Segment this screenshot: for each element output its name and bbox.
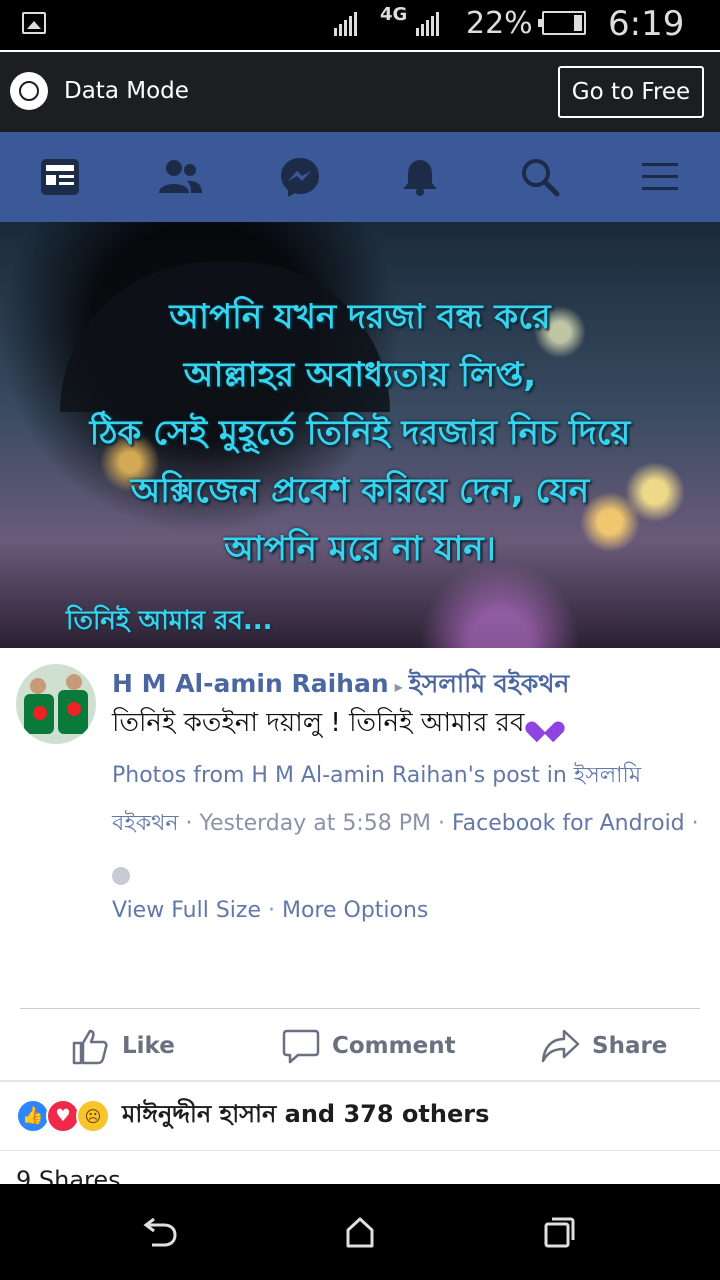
go-to-free-button[interactable]: Go to Free	[558, 66, 704, 118]
shares-divider	[0, 1150, 720, 1151]
meta-separator: ·	[178, 811, 200, 836]
post-actions: Like Comment Share	[0, 1010, 720, 1080]
actions-divider	[20, 1008, 700, 1009]
quote-line: আল্লাহর অবাধ্যতায় লিপ্ত,	[183, 355, 537, 395]
group-name[interactable]: ইসলামি বইকথন	[409, 669, 570, 698]
reaction-divider	[0, 1080, 720, 1082]
messenger-icon	[281, 158, 319, 197]
post-caption: তিনিই কতইনা দয়ালু ! তিনিই আমার রব	[112, 702, 557, 746]
photo-options: View Full Size · More Options	[112, 898, 428, 923]
friends-tab[interactable]	[156, 154, 204, 200]
caption-text: তিনিই কতইনা দয়ালু ! তিনিই আমার রব	[112, 708, 525, 738]
quote-line: ঠিক সেই মুহূর্তে তিনিই দরজার নিচ দিয়ে	[89, 413, 631, 453]
data-mode-bar: Data Mode Go to Free	[0, 52, 720, 132]
menu-icon	[642, 163, 678, 190]
post-photo[interactable]: আপনি যখন দরজা বন্ধ করে আল্লাহর অবাধ্যতায…	[0, 222, 720, 648]
facebook-nav-bar	[0, 132, 720, 222]
recent-apps-icon	[544, 1217, 575, 1248]
meta-source-prefix[interactable]: Photos from	[112, 763, 251, 788]
news-feed-tab[interactable]	[36, 154, 84, 200]
photo-signature: তিনিই আমার রব...	[66, 606, 273, 636]
back-button[interactable]	[142, 1214, 178, 1250]
notifications-tab[interactable]	[396, 154, 444, 200]
thumbs-up-icon	[72, 1029, 108, 1065]
clock-time: 6:19	[608, 4, 685, 44]
post-details: H M Al-amin Raihan ▸ ইসলামি বইকথন তিনিই কত…	[0, 648, 720, 1004]
post-header: H M Al-amin Raihan ▸ ইসলামি বইকথন	[112, 664, 569, 707]
like-button[interactable]: Like	[70, 1026, 175, 1066]
status-bar: 4G 22% 6:19 PM	[0, 0, 720, 81]
notifications-bell-icon	[403, 160, 437, 196]
search-tab[interactable]	[516, 154, 564, 200]
more-options-link[interactable]: More Options	[282, 898, 428, 923]
home-icon	[346, 1217, 374, 1248]
meta-time: Yesterday at 5:58 PM	[199, 811, 431, 836]
recents-button[interactable]	[542, 1214, 578, 1250]
back-arrow-icon	[143, 1217, 177, 1247]
purple-heart-icon	[533, 713, 557, 735]
battery-icon	[538, 11, 586, 35]
news-feed-icon	[41, 159, 79, 195]
menu-tab[interactable]	[636, 154, 684, 200]
comment-button[interactable]: Comment	[282, 1026, 456, 1066]
author-avatar[interactable]	[16, 664, 96, 744]
meta-app-link[interactable]: Facebook for Android	[452, 811, 685, 836]
network-type: 4G	[380, 4, 408, 25]
data-mode-icon	[10, 72, 48, 110]
share-button[interactable]: Share	[540, 1026, 667, 1066]
signal-strength-icon-2	[416, 8, 439, 36]
options-separator: ·	[260, 898, 282, 923]
right-triangle-icon: ▸	[394, 677, 403, 696]
reactions-text: মাঈনুদ্দীন হাসান and 378 others	[122, 1100, 490, 1128]
meta-separator: ·	[684, 811, 699, 836]
gallery-icon	[22, 12, 46, 34]
signal-strength-icon	[334, 8, 357, 36]
author-name[interactable]: H M Al-amin Raihan	[112, 669, 389, 698]
messenger-tab[interactable]	[276, 154, 324, 200]
share-arrow-icon	[541, 1029, 580, 1063]
quote-line: অক্সিজেন প্রবেশ করিয়ে দেন, যেন	[130, 471, 590, 511]
android-navigation-bar	[0, 1184, 720, 1280]
meta-separator: ·	[431, 811, 452, 836]
post-meta: Photos from H M Al-amin Raihan's post in…	[112, 752, 702, 896]
reactions-summary[interactable]: 👍 ♥ ☹ মাঈনুদ্দীন হাসান and 378 others	[16, 1096, 489, 1136]
comment-label: Comment	[332, 1033, 456, 1059]
data-mode-label: Data Mode	[64, 78, 189, 104]
like-reaction-icon: 👍	[16, 1099, 50, 1133]
share-label: Share	[592, 1033, 668, 1059]
quote-line: আপনি মরে না যান।	[224, 529, 496, 569]
view-full-size-link[interactable]: View Full Size	[112, 898, 261, 923]
globe-privacy-icon	[112, 867, 130, 885]
battery-percent: 22%	[466, 6, 533, 41]
comment-bubble-icon	[282, 1029, 320, 1064]
like-label: Like	[122, 1033, 175, 1059]
love-reaction-icon: ♥	[46, 1099, 80, 1133]
friends-icon	[159, 160, 202, 193]
home-button[interactable]	[342, 1214, 378, 1250]
photo-quote-text: আপনি যখন দরজা বন্ধ করে আল্লাহর অবাধ্যতায…	[0, 288, 720, 578]
search-icon	[522, 159, 560, 197]
sad-reaction-icon: ☹	[76, 1099, 110, 1133]
quote-line: আপনি যখন দরজা বন্ধ করে	[169, 297, 551, 337]
